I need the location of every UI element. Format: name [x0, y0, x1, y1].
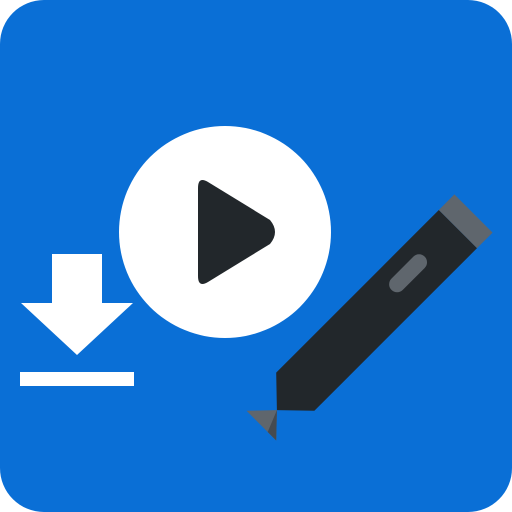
app-icon	[0, 0, 512, 512]
download-baseline	[20, 372, 134, 386]
play-button	[119, 126, 331, 338]
app-icon-svg	[0, 0, 512, 512]
